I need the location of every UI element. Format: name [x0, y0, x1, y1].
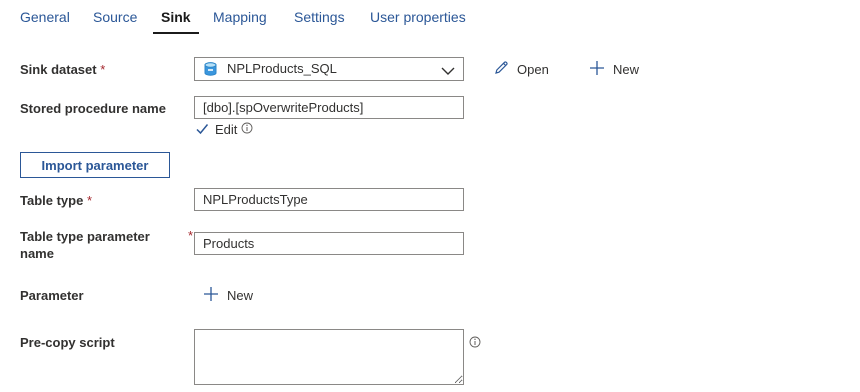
stored-procedure-field[interactable]: [dbo].[spOverwriteProducts] — [194, 96, 464, 119]
sink-dataset-label: Sink dataset * — [20, 61, 105, 78]
pencil-icon — [493, 60, 509, 79]
tab-general[interactable]: General — [20, 0, 70, 34]
chevron-down-icon[interactable] — [441, 64, 455, 79]
plus-icon — [203, 286, 219, 305]
table-type-label-text: Table type — [20, 193, 84, 208]
edit-checkbox-row: Edit — [195, 121, 253, 137]
new-parameter-button[interactable]: New — [203, 285, 253, 305]
table-type-param-label-line2: name — [20, 246, 54, 261]
table-type-param-field[interactable]: Products — [194, 232, 464, 255]
new-label: New — [613, 61, 640, 77]
sink-dataset-label-text: Sink dataset — [20, 62, 97, 77]
sink-dataset-value: NPLProducts_SQL — [227, 61, 337, 76]
stored-procedure-label: Stored procedure name — [20, 101, 166, 116]
new-parameter-label: New — [227, 287, 254, 303]
pre-copy-script-input[interactable] — [194, 329, 464, 385]
edit-label: Edit — [215, 121, 238, 137]
info-icon[interactable] — [469, 335, 481, 353]
table-type-param-label-line1: Table type parameter — [20, 229, 150, 244]
parameter-label: Parameter — [20, 288, 84, 303]
edit-checkbox[interactable] — [195, 122, 209, 136]
open-dataset-button[interactable]: Open — [493, 59, 549, 79]
info-icon[interactable] — [241, 122, 253, 137]
table-type-value: NPLProductsType — [203, 192, 308, 207]
import-parameter-button[interactable]: Import parameter — [20, 152, 170, 178]
open-label: Open — [517, 61, 549, 77]
tab-settings[interactable]: Settings — [294, 0, 345, 34]
stored-procedure-value: [dbo].[spOverwriteProducts] — [203, 100, 364, 115]
sink-dataset-select[interactable]: NPLProducts_SQL — [194, 57, 464, 81]
table-type-field[interactable]: NPLProductsType — [194, 188, 464, 211]
table-type-label: Table type * — [20, 192, 92, 209]
table-type-param-value: Products — [203, 236, 255, 251]
tab-user-properties[interactable]: User properties — [370, 0, 466, 34]
sql-database-icon — [204, 62, 217, 79]
tab-source[interactable]: Source — [93, 0, 137, 34]
required-marker: * — [188, 228, 194, 243]
plus-icon — [589, 60, 605, 79]
tab-bar: General Source Sink Mapping Settings Use… — [0, 0, 860, 34]
tab-sink[interactable]: Sink — [153, 0, 199, 34]
tab-mapping[interactable]: Mapping — [213, 0, 267, 34]
table-type-param-label: Table type parameter name — [20, 228, 150, 262]
required-marker: * — [86, 193, 93, 208]
pre-copy-script-label: Pre-copy script — [20, 335, 115, 350]
new-dataset-button[interactable]: New — [589, 59, 639, 79]
required-marker: * — [100, 62, 106, 77]
